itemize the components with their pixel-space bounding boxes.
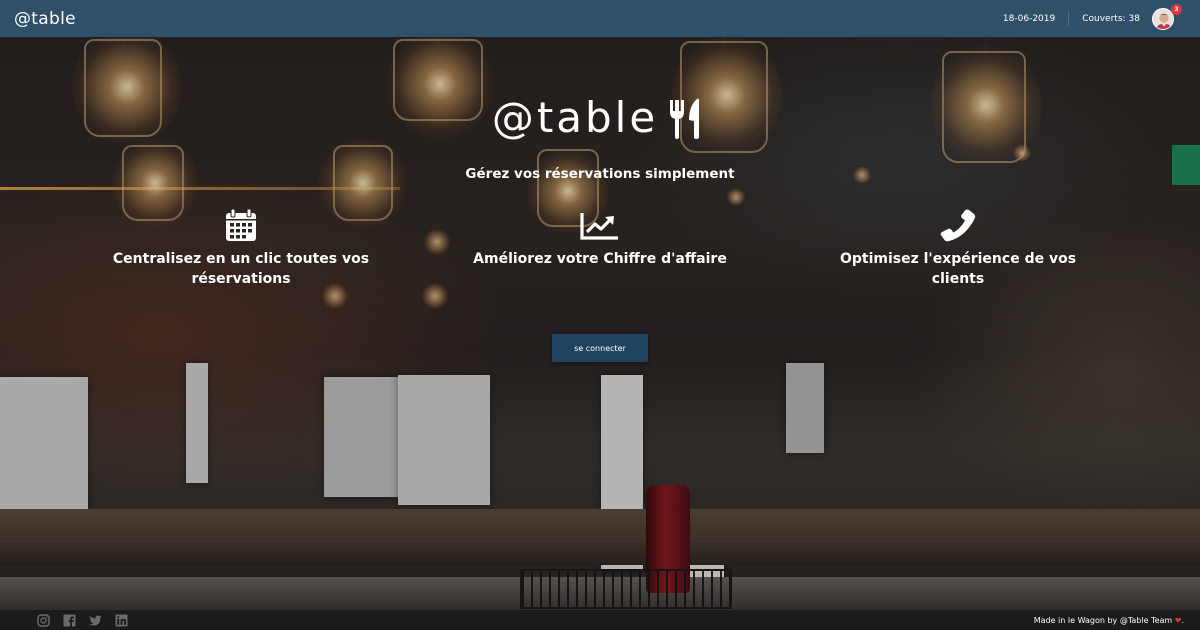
feature-text: Centralisez en un clic toutes vos réserv… xyxy=(112,251,370,287)
chart-line-icon xyxy=(580,213,618,240)
facebook-icon[interactable] xyxy=(63,614,76,627)
twitter-icon[interactable] xyxy=(89,614,102,627)
cutlery-icon xyxy=(670,98,700,139)
notification-badge: 3 xyxy=(1171,3,1182,15)
feature-text: Optimisez l'expérience de vos clients xyxy=(839,251,1077,287)
linkedin-icon[interactable] xyxy=(115,614,128,627)
hero-title: @table xyxy=(491,93,659,142)
current-date: 18-06-2019 xyxy=(1002,13,1056,24)
covers-count: Couverts: 38 xyxy=(1069,14,1152,24)
footer-credit: Made in le Wagon by @Table Team ❤. xyxy=(1034,616,1184,625)
navbar-logo[interactable]: @table xyxy=(14,9,76,29)
covers-label: Couverts: xyxy=(1082,13,1126,24)
feature-experience: Optimisez l'expérience de vos clients xyxy=(818,208,1098,289)
credit-text: Made in le Wagon by @Table Team xyxy=(1033,615,1173,625)
hero-brand: @table xyxy=(0,93,1200,142)
navbar-right: 18-06-2019 Couverts: 38 3 xyxy=(1002,3,1186,30)
credit-suffix: . xyxy=(1181,615,1184,625)
covers-value: 38 xyxy=(1128,13,1140,24)
social-links xyxy=(37,613,128,627)
instagram-icon[interactable] xyxy=(37,613,50,627)
hero-tagline: Gérez vos réservations simplement xyxy=(465,166,735,182)
navbar: @table 18-06-2019 Couverts: 38 3 xyxy=(0,0,1200,37)
feature-revenue: Améliorez votre Chiffre d'affaire xyxy=(460,208,740,269)
feature-centralize: Centralisez en un clic toutes vos réserv… xyxy=(101,208,381,289)
footer: Made in le Wagon by @Table Team ❤. xyxy=(0,610,1200,630)
login-button[interactable]: se connecter xyxy=(552,334,648,362)
calendar-icon xyxy=(226,208,256,241)
user-avatar-button[interactable]: 3 xyxy=(1152,3,1182,30)
feature-text: Améliorez votre Chiffre d'affaire xyxy=(473,251,727,267)
phone-icon xyxy=(940,209,976,242)
hero-section: @table Gérez vos réservations simplement… xyxy=(0,37,1200,610)
